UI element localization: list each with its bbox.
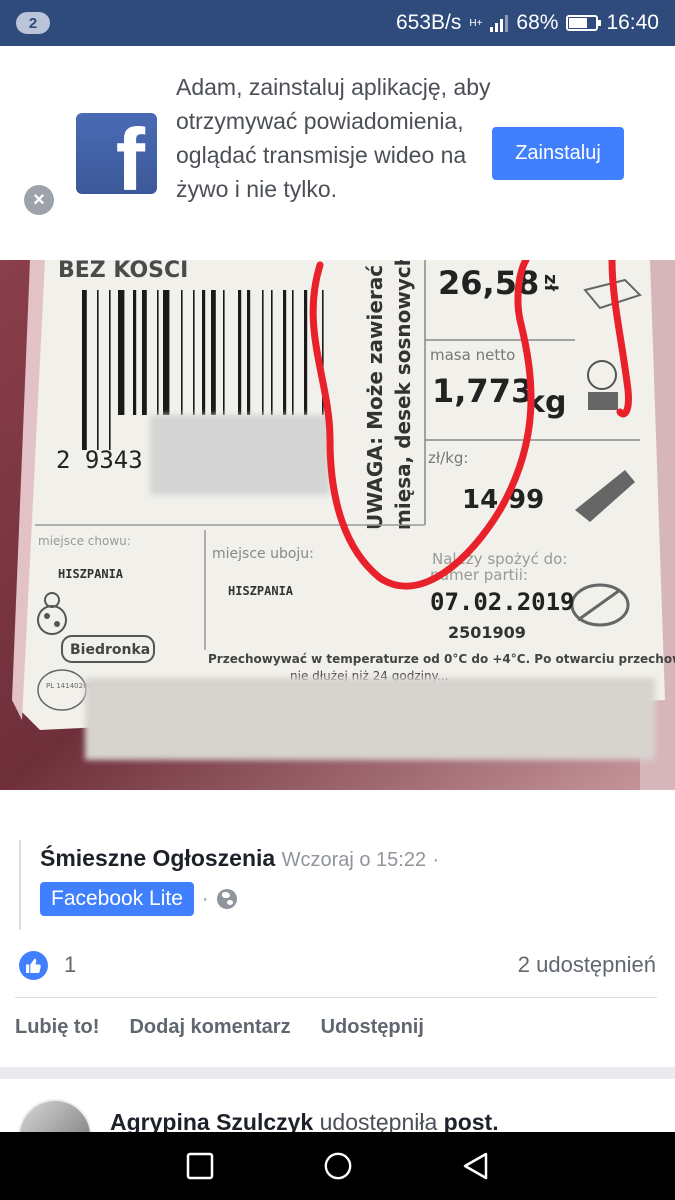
barcode-bar [109, 290, 111, 450]
barcode-bar [283, 290, 287, 415]
separator-dot: · [432, 849, 440, 871]
net-mass-label: masa netto [430, 346, 515, 364]
barcode-bar [142, 290, 147, 415]
dismiss-banner-icon[interactable]: × [24, 185, 54, 215]
back-button[interactable] [461, 1151, 491, 1181]
comment-button[interactable]: Dodaj komentarz [129, 1016, 290, 1039]
facebook-logo-icon: f [76, 113, 157, 194]
post-timestamp[interactable]: Wczoraj o 15:22 [282, 849, 427, 871]
post-source-header: Śmieszne Ogłoszenia Wczoraj o 15:22 · [40, 840, 659, 878]
status-bar: 2 653B/s H+ 68% 16:40 [0, 0, 675, 46]
blurred-text-region [85, 678, 655, 760]
barcode-bar [271, 290, 273, 415]
home-button[interactable] [323, 1151, 353, 1181]
net-mass-value: 1,773 [432, 372, 533, 410]
price-currency: zł [540, 274, 561, 292]
barcode-bar [247, 290, 251, 415]
slaughter-place-label: miejsce uboju: [212, 546, 314, 562]
barcode-bar [97, 290, 99, 450]
reactions-bar: 1 2 udostępnień [19, 947, 656, 983]
battery-percent: 68% [516, 11, 559, 34]
post-source: Śmieszne Ogłoszenia Wczoraj o 15:22 · Fa… [19, 840, 659, 930]
brand-name: Biedronka [70, 642, 150, 658]
public-globe-icon [216, 889, 237, 909]
slaughter-place-value: HISZPANIA [228, 584, 294, 598]
warning-text-line-1: UWAGA: Może zawierać k [363, 260, 387, 530]
warning-text-line-2: mięsa, desek sosnowych i [391, 260, 415, 530]
system-navigation-bar [0, 1132, 675, 1200]
divider [15, 997, 657, 998]
circle-icon [324, 1152, 351, 1180]
thumbs-up-icon [26, 958, 41, 973]
recent-apps-button[interactable] [185, 1151, 215, 1181]
storage-text-line-1: Przechowywać w temperaturze od 0°C do +4… [208, 652, 675, 666]
post-actions: Lubię to! Dodaj komentarz Udostępnij [15, 1016, 424, 1039]
square-icon [186, 1152, 213, 1180]
post-photo[interactable]: BEZ KOŚCI 2 9343 UWAGA: Może zawierać k … [0, 260, 675, 790]
via-row: Facebook Lite · [40, 882, 659, 916]
barcode-bar [193, 290, 195, 415]
barcode-bar [262, 290, 264, 415]
barcode-number: 2 9343 [56, 446, 143, 474]
like-count[interactable]: 1 [64, 952, 76, 978]
like-reaction-icon[interactable] [19, 950, 48, 980]
rearing-place-label: miejsce chowu: [38, 534, 131, 548]
install-banner-message: Adam, zainstaluj aplikację, aby otrzymyw… [176, 74, 491, 202]
share-button[interactable]: Udostępnij [321, 1016, 424, 1039]
barcode-bar [304, 290, 308, 415]
product-name: BEZ KOŚCI [58, 260, 188, 283]
separator-dot: · [201, 887, 209, 910]
install-button[interactable]: Zainstaluj [492, 127, 624, 180]
batch-number: 2501909 [448, 623, 526, 642]
network-speed: 653B/s [395, 11, 462, 34]
price-label-photo: BEZ KOŚCI 2 9343 UWAGA: Może zawierać k … [0, 260, 675, 790]
via-facebook-lite-badge: Facebook Lite [40, 882, 194, 916]
barcode-bar [292, 290, 294, 415]
next-post: Agrypina Szulczyk udostępniła post. ••• [0, 1079, 675, 1139]
barcode-bar [163, 290, 170, 415]
barcode-bar [133, 290, 137, 415]
battery-icon [566, 15, 602, 31]
barcode-bar [157, 290, 159, 415]
share-count[interactable]: 2 udostępnień [518, 952, 656, 978]
blurred-barcode-region [150, 415, 330, 495]
status-indicators: 653B/s H+ 68% 16:40 [396, 11, 659, 35]
barcode-bar [223, 290, 225, 415]
barcode-bar [82, 290, 87, 450]
facebook-logo-letter: f [115, 113, 145, 195]
network-type-icon: H+ [469, 17, 483, 29]
rearing-place-value: HISZPANIA [58, 567, 124, 581]
barcode-bar [202, 290, 206, 415]
signal-icon [490, 14, 509, 32]
best-before-date: 07.02.2019 [430, 588, 575, 616]
clock: 16:40 [606, 11, 659, 34]
triangle-back-icon [463, 1152, 487, 1180]
notification-count-badge: 2 [16, 12, 50, 34]
price-per-kg-label: zł/kg: [428, 449, 468, 467]
barcode-bar [211, 290, 216, 415]
feed-separator [0, 1067, 675, 1079]
barcode-bar [238, 290, 242, 415]
barcode-bar [181, 290, 183, 415]
barcode-bar [118, 290, 125, 415]
like-button[interactable]: Lubię to! [15, 1016, 99, 1039]
facebook-lite-screen: 2 653B/s H+ 68% 16:40 × f Adam, zainstal… [0, 0, 675, 1200]
page-name-link[interactable]: Śmieszne Ogłoszenia [40, 845, 275, 871]
install-app-banner: × f Adam, zainstaluj aplikację, aby otrz… [0, 46, 675, 260]
